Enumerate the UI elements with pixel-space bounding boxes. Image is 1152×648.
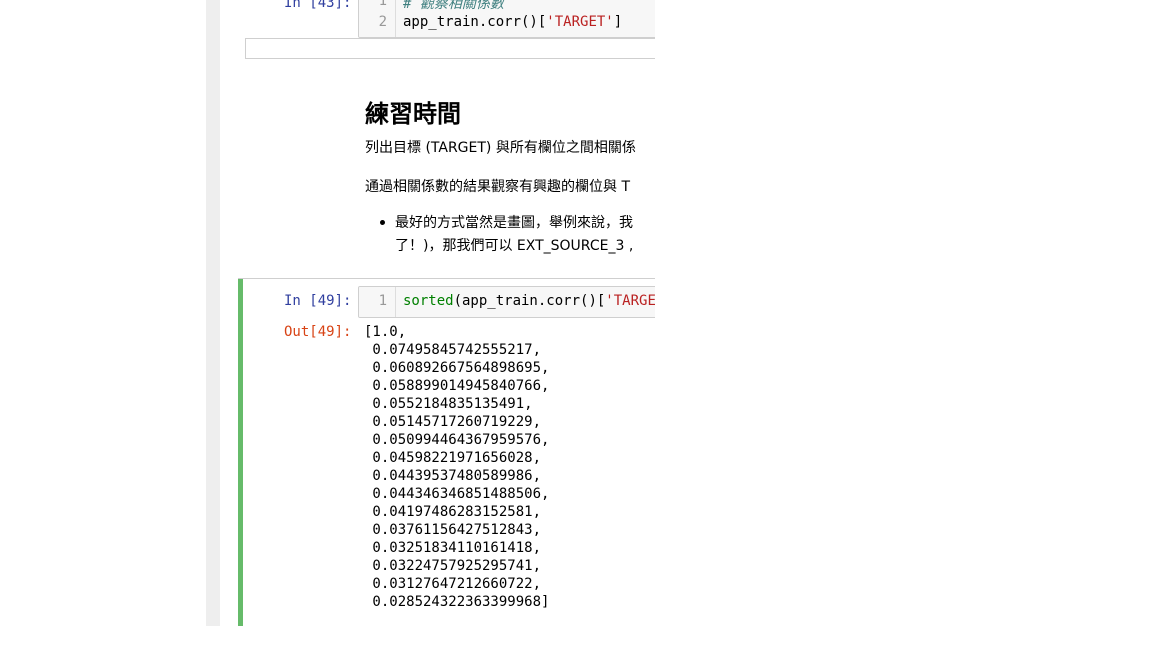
output-line: 0.04598221971656028, (364, 450, 542, 466)
output-prompt: Out[49]: (284, 324, 352, 340)
markdown-paragraph: 通過相關係數的結果觀察有興趣的欄位與 T (365, 179, 631, 195)
practice-heading: 練習時間 (365, 100, 461, 128)
output-line: 0.03224757925295741, (364, 558, 542, 574)
code-line-1: # 觀察相關係數 (403, 0, 504, 13)
output-line: 0.060892667564898695, (364, 360, 550, 376)
code-cell-49[interactable]: In [49]: 1 sorted(app_train.corr()['TARG… (238, 278, 655, 626)
output-line: 0.03127647212660722, (364, 576, 542, 592)
output-line: 0.04197486283152581, (364, 504, 542, 520)
output-line: 0.0552184835135491, (364, 396, 533, 412)
input-prompt: In [43]: (284, 0, 352, 11)
code-line-1: sorted(app_train.corr()['TARGE (403, 293, 655, 309)
output-line: 0.03251834110161418, (364, 540, 542, 556)
bullet-item-line: 最好的方式當然是畫圖，舉例來說，我 (395, 215, 633, 231)
code-editor[interactable]: 1 sorted(app_train.corr()['TARGE (358, 286, 655, 318)
output-line: 0.04439537480589986, (364, 468, 542, 484)
code-line-2: app_train.corr()['TARGET'] (403, 14, 622, 30)
output-line: 0.03761156427512843, (364, 522, 542, 538)
code-text: (app_train.corr()[ (453, 293, 606, 309)
code-comment: # 觀察相關係數 (403, 0, 504, 12)
output-line: 0.05145717260719229, (364, 414, 542, 430)
line-number-gutter: 1 2 (359, 0, 396, 37)
bullet-item-line: 了！)，那我們可以 EXT_SOURCE_3 , (395, 238, 634, 254)
output-line: 0.07495845742555217, (364, 342, 542, 358)
output-line: [1.0, (364, 324, 407, 340)
output-line: 0.044346346851488506, (364, 486, 550, 502)
line-number-gutter: 1 (359, 287, 396, 317)
output-line: 0.028524322363399968] (364, 594, 550, 610)
empty-output-area (245, 38, 655, 59)
code-text: app_train.corr()[ (403, 14, 547, 30)
notebook-container: In [43]: 1 2 # 觀察相關係數 app_train.corr()['… (220, 0, 655, 626)
markdown-paragraph: 列出目標 (TARGET) 與所有欄位之間相關係 (365, 140, 636, 156)
code-editor[interactable]: 1 2 # 觀察相關係數 app_train.corr()['TARGET'] (358, 0, 655, 38)
line-number: 1 (378, 0, 387, 9)
code-builtin: sorted (403, 293, 454, 309)
input-prompt: In [49]: (284, 293, 352, 309)
line-number: 1 (378, 293, 387, 309)
code-text: ] (613, 14, 623, 30)
output-line: 0.058899014945840766, (364, 378, 550, 394)
code-string: 'TARGE (605, 293, 655, 309)
notebook-left-margin (206, 0, 220, 626)
line-number: 2 (378, 14, 387, 30)
code-string: 'TARGET' (546, 14, 614, 30)
output-line: 0.050994464367959576, (364, 432, 550, 448)
selected-cell-indicator (238, 279, 243, 626)
bullet-icon (380, 220, 385, 225)
page-bottom (0, 626, 1152, 648)
